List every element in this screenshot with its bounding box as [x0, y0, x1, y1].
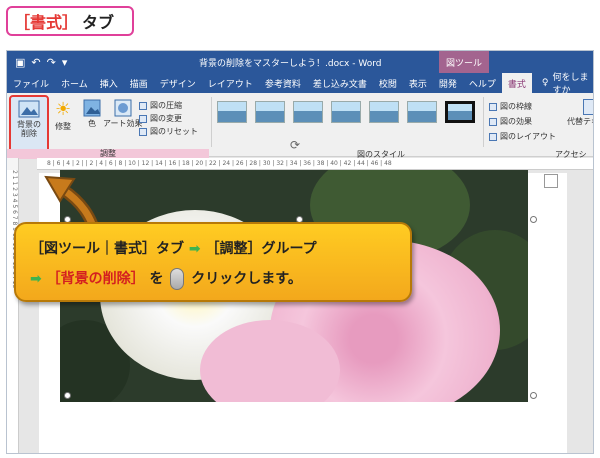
picture-style-3[interactable] — [293, 101, 323, 123]
green-arrow-icon: ➡ — [188, 241, 201, 257]
tab-design[interactable]: デザイン — [154, 73, 202, 93]
layout-options-icon[interactable] — [544, 174, 558, 188]
callout-tab-text: ［図ツール｜書式］タブ — [30, 241, 184, 257]
color-icon — [83, 99, 101, 117]
undo-icon[interactable]: ↶ — [31, 56, 40, 69]
picture-styles-gallery — [217, 101, 475, 123]
picture-layout-button[interactable]: 図のレイアウト — [489, 129, 556, 144]
callout-group-text: ［調整］グループ — [205, 241, 317, 257]
alt-text-label: 代替テキスト — [567, 117, 593, 126]
picture-border-button[interactable]: 図の枠線 — [489, 99, 556, 114]
tab-home[interactable]: ホーム — [55, 73, 94, 93]
rotate-handle-icon[interactable]: ⟳ — [290, 138, 300, 152]
green-arrow-icon: ➡ — [30, 271, 42, 287]
artistic-effects-label: アート効果 — [103, 119, 143, 128]
lightbulb-icon: ♀ — [541, 78, 549, 88]
tab-file[interactable]: ファイル — [7, 73, 55, 93]
tab-insert[interactable]: 挿入 — [94, 73, 124, 93]
picture-effects-label: 図の効果 — [500, 117, 532, 126]
picture-style-2[interactable] — [255, 101, 285, 123]
instruction-callout: ［図ツール｜書式］タブ ➡ ［調整］グループ ➡ ［背景の削除］ を クリックし… — [14, 222, 412, 302]
document-title: 背景の削除をマスターしよう！.docx - Word — [199, 59, 382, 69]
color-label: 色 — [88, 119, 96, 128]
customize-icon[interactable]: ▾ — [62, 56, 68, 69]
separator — [211, 97, 212, 147]
tab-view[interactable]: 表示 — [403, 73, 433, 93]
callout-line-2: ➡ ［背景の削除］ を クリックします。 — [30, 264, 396, 294]
picture-layout-label: 図のレイアウト — [500, 132, 556, 141]
picture-style-5[interactable] — [369, 101, 399, 123]
context-tab-label: 図ツール — [439, 51, 489, 73]
tab-mailings[interactable]: 差し込み文書 — [307, 73, 373, 93]
tab-help[interactable]: ヘルプ — [463, 73, 502, 93]
callout-line-1: ［図ツール｜書式］タブ ➡ ［調整］グループ — [30, 234, 396, 264]
border-icon — [489, 102, 497, 111]
ribbon-tabs: ファイル ホーム 挿入 描画 デザイン レイアウト 参考資料 差し込み文書 校閲… — [7, 73, 593, 96]
artistic-effects-button[interactable]: アート効果 — [103, 99, 143, 128]
ruler-corner[interactable] — [7, 158, 19, 170]
reset-label: 図のリセット — [150, 127, 198, 136]
picture-style-7[interactable] — [445, 101, 475, 123]
change-picture-label: 図の変更 — [150, 114, 182, 123]
corrections-label: 修整 — [55, 122, 72, 131]
sun-icon: ☀ — [55, 99, 72, 120]
artistic-effects-icon — [114, 99, 132, 117]
remove-background-label: 背景の 削除 — [17, 120, 41, 138]
reset-icon — [139, 127, 147, 136]
adjust-small-buttons: 図の圧縮 図の変更 図のリセット — [139, 99, 198, 138]
resize-handle[interactable] — [530, 216, 537, 223]
picture-style-6[interactable] — [407, 101, 437, 123]
picture-style-1[interactable] — [217, 101, 247, 123]
callout-command-text: ［背景の削除］ — [46, 271, 145, 287]
compress-label: 図の圧縮 — [150, 101, 182, 110]
resize-handle[interactable] — [530, 392, 537, 399]
callout-particle-text: を — [149, 271, 164, 287]
alt-text-button[interactable]: 代替テキスト — [567, 99, 593, 126]
compress-icon — [139, 101, 147, 110]
effects-icon — [489, 117, 497, 126]
color-button[interactable]: 色 — [83, 99, 101, 128]
save-icon[interactable]: ▣ — [15, 56, 25, 69]
remove-background-button[interactable]: 背景の 削除 — [9, 95, 49, 153]
title-bar: ▣ ↶ ↷ ▾ 背景の削除をマスターしよう！.docx - Word 図ツール — [7, 51, 593, 73]
redo-icon[interactable]: ↷ — [47, 56, 56, 69]
corrections-button[interactable]: ☀ 修整 — [55, 99, 71, 131]
tab-draw[interactable]: 描画 — [124, 73, 154, 93]
compress-pictures-button[interactable]: 図の圧縮 — [139, 99, 198, 112]
change-picture-button[interactable]: 図の変更 — [139, 112, 198, 125]
change-picture-icon — [139, 114, 147, 123]
picture-style-4[interactable] — [331, 101, 361, 123]
tab-developer[interactable]: 開発 — [433, 73, 463, 93]
picture-border-label: 図の枠線 — [500, 102, 532, 111]
tab-review[interactable]: 校閲 — [373, 73, 403, 93]
picture-effects-button[interactable]: 図の効果 — [489, 114, 556, 129]
reset-picture-button[interactable]: 図のリセット — [139, 125, 198, 138]
tab-references[interactable]: 参考資料 — [259, 73, 307, 93]
quick-access-toolbar: ▣ ↶ ↷ ▾ — [7, 56, 67, 69]
vertical-ruler: 2 1 1 2 3 4 5 6 7 8 9 10 11 12 13 14 15 — [7, 170, 19, 453]
remove-background-icon — [18, 100, 40, 118]
horizontal-ruler: 8 | 6 | 4 | 2 | | 2 | 4 | 6 | 8 | 10 | 1… — [37, 158, 593, 170]
callout-action-text: クリックします。 — [191, 271, 302, 287]
tab-format[interactable]: 書式 — [501, 73, 532, 93]
mouse-icon — [170, 268, 185, 290]
layout-icon — [489, 132, 497, 141]
resize-handle[interactable] — [64, 392, 71, 399]
separator — [483, 97, 484, 147]
heading-label: ［書式］ タブ — [6, 6, 134, 36]
heading-bracket: ［書式］ — [14, 13, 79, 32]
heading-suffix: タブ — [82, 13, 115, 32]
alt-text-icon — [582, 99, 593, 115]
picture-format-buttons: 図の枠線 図の効果 図のレイアウト — [489, 99, 556, 144]
tab-layout[interactable]: レイアウト — [202, 73, 259, 93]
